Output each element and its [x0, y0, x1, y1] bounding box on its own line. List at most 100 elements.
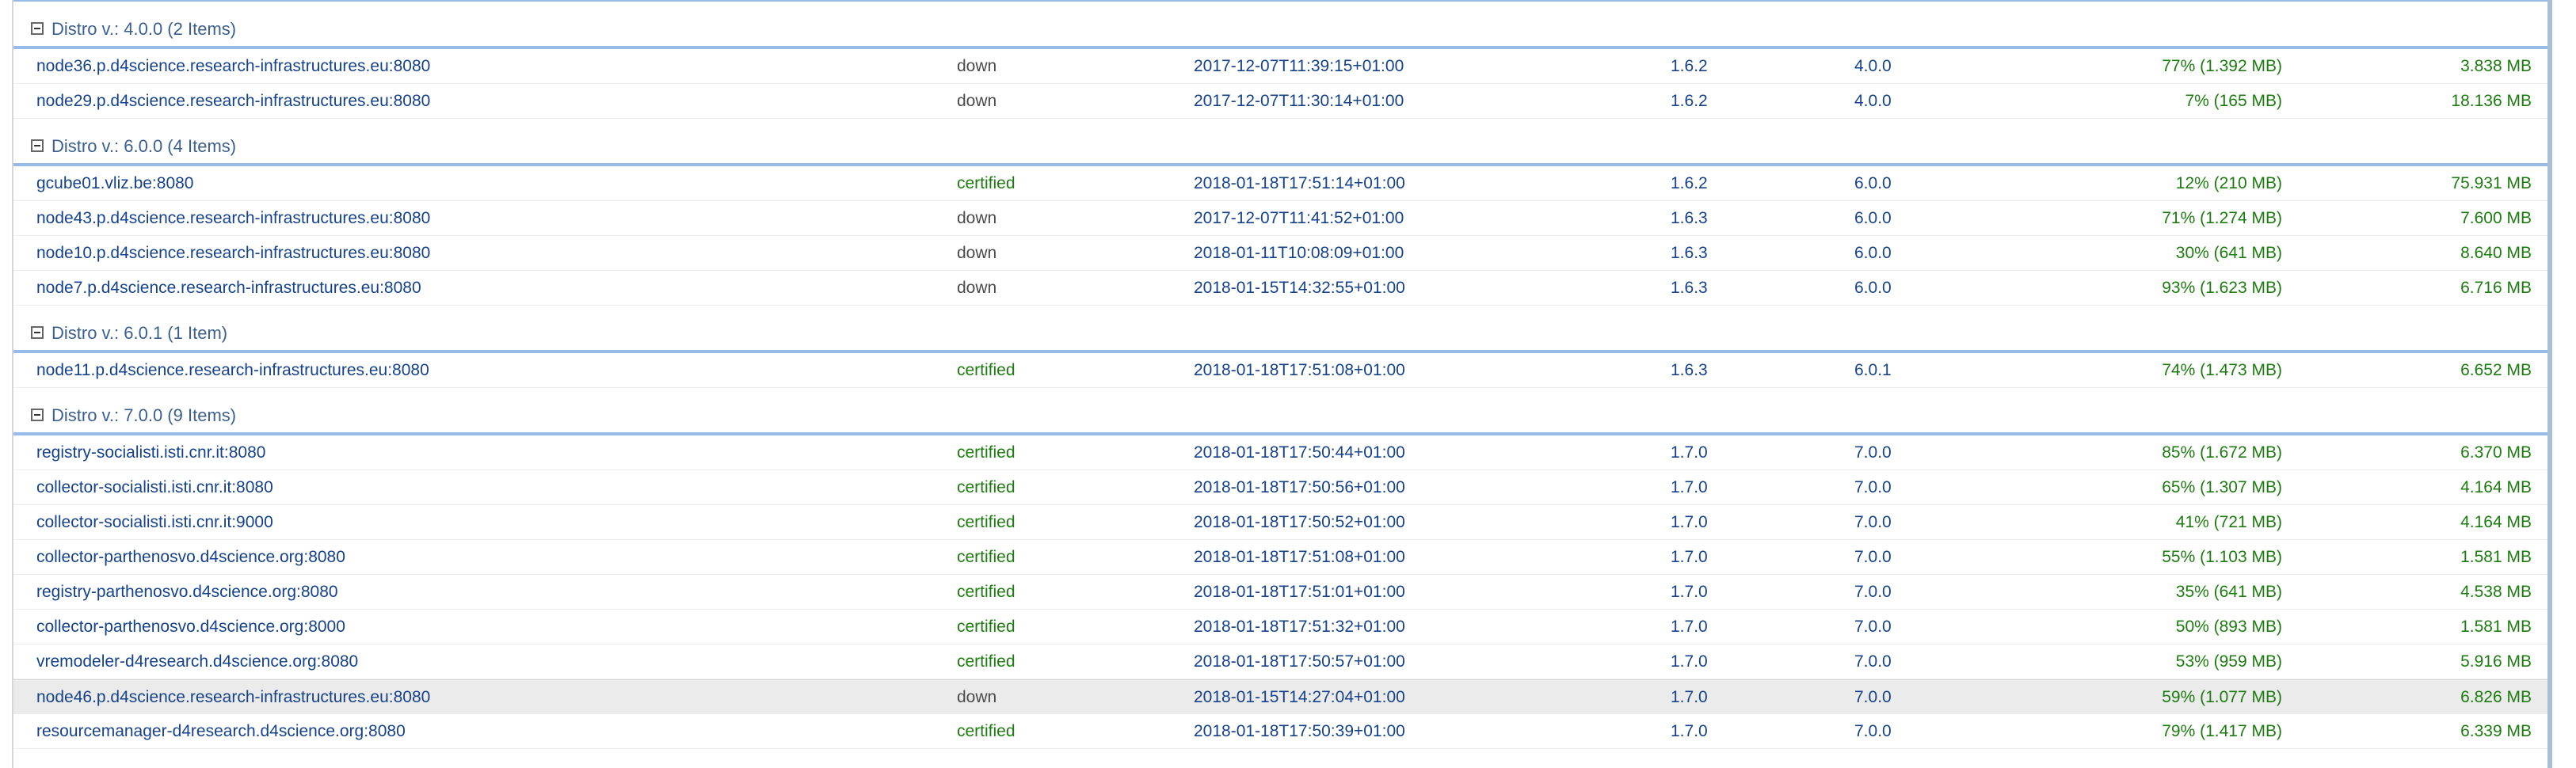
- disk-cell: 7.600 MB: [2460, 209, 2532, 227]
- disk-cell: 8.640 MB: [2460, 244, 2532, 262]
- collapse-minus-icon[interactable]: [31, 326, 44, 339]
- host-cell: collector-socialisti.isti.cnr.it:9000: [36, 513, 273, 531]
- last-update-cell: 2018-01-18T17:50:56+01:00: [1194, 478, 1405, 496]
- version-cell: 1.6.3: [1671, 209, 1708, 227]
- disk-cell: 4.538 MB: [2460, 583, 2532, 601]
- version-cell: 1.7.0: [1671, 548, 1708, 566]
- disk-cell: 6.826 MB: [2460, 688, 2532, 706]
- collapse-minus-icon[interactable]: [31, 139, 44, 152]
- state-cell: down: [957, 688, 997, 706]
- table-row[interactable]: vremodeler-d4research.d4science.org:8080…: [13, 644, 2547, 679]
- last-update-cell: 2018-01-18T17:51:14+01:00: [1194, 174, 1405, 192]
- last-update-cell: 2018-01-18T17:50:57+01:00: [1194, 652, 1405, 671]
- state-cell: down: [957, 279, 997, 297]
- distro-cell: 7.0.0: [1854, 548, 1892, 566]
- table-row[interactable]: collector-parthenosvo.d4science.org:8080…: [13, 540, 2547, 575]
- host-cell: collector-parthenosvo.d4science.org:8000: [36, 618, 345, 636]
- version-cell: 1.7.0: [1671, 478, 1708, 496]
- last-update-cell: 2018-01-18T17:50:52+01:00: [1194, 513, 1405, 531]
- group-header[interactable]: Distro v.: 4.0.0 (2 Items): [13, 2, 2547, 49]
- table-row[interactable]: resourcemanager-d4research.d4science.org…: [13, 714, 2547, 749]
- table-row[interactable]: node36.p.d4science.research-infrastructu…: [13, 49, 2547, 84]
- disk-cell: 6.370 MB: [2460, 443, 2532, 462]
- version-cell: 1.7.0: [1671, 618, 1708, 636]
- host-cell: node29.p.d4science.research-infrastructu…: [36, 92, 431, 110]
- disk-cell: 6.652 MB: [2460, 361, 2532, 379]
- memory-cell: 77% (1.392 MB): [2162, 57, 2282, 75]
- state-cell: certified: [957, 174, 1016, 192]
- state-cell: certified: [957, 443, 1016, 462]
- last-update-cell: 2018-01-18T17:50:44+01:00: [1194, 443, 1405, 462]
- memory-cell: 93% (1.623 MB): [2162, 279, 2282, 297]
- table-row[interactable]: gcube01.vliz.be:8080 certified 2018-01-18T…: [13, 166, 2547, 201]
- host-cell: node11.p.d4science.research-infrastructu…: [36, 361, 429, 379]
- group-header[interactable]: Distro v.: 7.0.0 (9 Items): [13, 388, 2547, 435]
- collapse-minus-icon[interactable]: [31, 409, 44, 421]
- distro-cell: 7.0.0: [1854, 722, 1892, 740]
- version-cell: 1.6.2: [1671, 57, 1708, 75]
- memory-cell: 53% (959 MB): [2175, 652, 2282, 671]
- host-cell: node46.p.d4science.research-infrastructu…: [36, 688, 431, 706]
- last-update-cell: 2018-01-18T17:51:08+01:00: [1194, 361, 1405, 379]
- state-cell: certified: [957, 513, 1016, 531]
- distro-cell: 7.0.0: [1854, 688, 1892, 706]
- version-cell: 1.7.0: [1671, 443, 1708, 462]
- table-row[interactable]: collector-socialisti.isti.cnr.it:8080 cer…: [13, 470, 2547, 505]
- state-cell: certified: [957, 722, 1016, 740]
- host-cell: registry-socialisti.isti.cnr.it:8080: [36, 443, 266, 462]
- collapse-minus-icon[interactable]: [31, 22, 44, 35]
- host-cell: registry-parthenosvo.d4science.org:8080: [36, 583, 338, 601]
- distro-cell: 7.0.0: [1854, 513, 1892, 531]
- table-row[interactable]: node10.p.d4science.research-infrastructu…: [13, 236, 2547, 271]
- host-cell: node36.p.d4science.research-infrastructu…: [36, 57, 431, 75]
- group-header[interactable]: Distro v.: 6.0.0 (4 Items): [13, 119, 2547, 166]
- last-update-cell: 2018-01-18T17:51:32+01:00: [1194, 618, 1405, 636]
- memory-cell: 50% (893 MB): [2175, 618, 2282, 636]
- memory-cell: 41% (721 MB): [2175, 513, 2282, 531]
- disk-cell: 3.838 MB: [2460, 57, 2532, 75]
- version-cell: 1.6.3: [1671, 361, 1708, 379]
- distro-cell: 4.0.0: [1854, 92, 1892, 110]
- disk-cell: 18.136 MB: [2451, 92, 2532, 110]
- distro-cell: 6.0.1: [1854, 361, 1892, 379]
- group-title: Distro v.: 7.0.0 (9 Items): [51, 405, 237, 425]
- last-update-cell: 2017-12-07T11:41:52+01:00: [1194, 209, 1404, 227]
- last-update-cell: 2018-01-15T14:32:55+01:00: [1194, 279, 1405, 297]
- distro-cell: 6.0.0: [1854, 174, 1892, 192]
- last-update-cell: 2017-12-07T11:30:14+01:00: [1194, 92, 1404, 110]
- host-cell: resourcemanager-d4research.d4science.org…: [36, 722, 406, 740]
- table-row[interactable]: node29.p.d4science.research-infrastructu…: [13, 84, 2547, 119]
- disk-cell: 5.916 MB: [2460, 652, 2532, 671]
- memory-cell: 30% (641 MB): [2175, 244, 2282, 262]
- version-cell: 1.6.2: [1671, 174, 1708, 192]
- table-row[interactable]: node11.p.d4science.research-infrastructu…: [13, 353, 2547, 388]
- distro-cell: 6.0.0: [1854, 209, 1892, 227]
- host-cell: gcube01.vliz.be:8080: [36, 174, 194, 192]
- table-row[interactable]: collector-socialisti.isti.cnr.it:9000 cer…: [13, 505, 2547, 540]
- host-cell: node10.p.d4science.research-infrastructu…: [36, 244, 431, 262]
- last-update-cell: 2018-01-18T17:50:39+01:00: [1194, 722, 1405, 740]
- table-row[interactable]: registry-socialisti.isti.cnr.it:8080 cert…: [13, 435, 2547, 470]
- memory-cell: 65% (1.307 MB): [2162, 478, 2282, 496]
- table-row[interactable]: registry-parthenosvo.d4science.org:8080 c…: [13, 575, 2547, 610]
- table-row[interactable]: node7.p.d4science.research-infrastructur…: [13, 271, 2547, 306]
- memory-cell: 85% (1.672 MB): [2162, 443, 2282, 462]
- distro-cell: 7.0.0: [1854, 443, 1892, 462]
- memory-cell: 79% (1.417 MB): [2162, 722, 2282, 740]
- memory-cell: 12% (210 MB): [2175, 174, 2282, 192]
- table-row[interactable]: collector-parthenosvo.d4science.org:8000…: [13, 610, 2547, 644]
- state-cell: certified: [957, 478, 1016, 496]
- table-row[interactable]: node46.p.d4science.research-infrastructu…: [13, 679, 2547, 714]
- host-cell: node7.p.d4science.research-infrastructur…: [36, 279, 421, 297]
- version-cell: 1.7.0: [1671, 722, 1708, 740]
- version-cell: 1.6.3: [1671, 244, 1708, 262]
- state-cell: certified: [957, 618, 1016, 636]
- memory-cell: 59% (1.077 MB): [2162, 688, 2282, 706]
- group-title: Distro v.: 6.0.1 (1 Item): [51, 323, 228, 343]
- version-cell: 1.7.0: [1671, 652, 1708, 671]
- grid-scrollbar[interactable]: [2547, 0, 2552, 768]
- disk-cell: 4.164 MB: [2460, 513, 2532, 531]
- table-row[interactable]: node43.p.d4science.research-infrastructu…: [13, 201, 2547, 236]
- group-header[interactable]: Distro v.: 6.0.1 (1 Item): [13, 306, 2547, 353]
- memory-cell: 74% (1.473 MB): [2162, 361, 2282, 379]
